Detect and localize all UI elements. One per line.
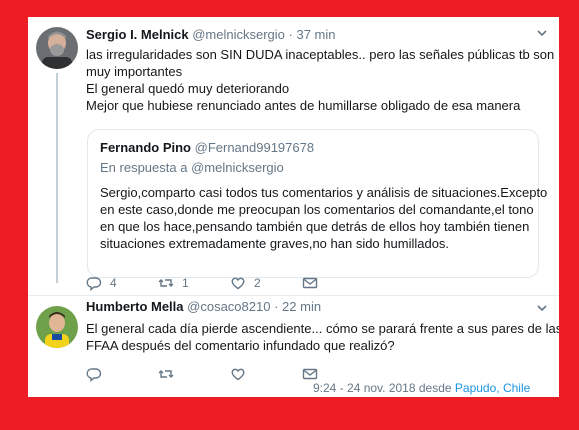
- reply-mention[interactable]: @melnicksergio: [191, 160, 284, 175]
- tweet-footer: 9:24 - 24 nov. 2018 desde Papudo, Chile: [313, 381, 530, 395]
- reply-button[interactable]: [86, 366, 158, 382]
- reply-icon: [86, 277, 102, 291]
- retweet-button[interactable]: [158, 366, 230, 382]
- quoted-tweet[interactable]: Fernando Pino @Fernand99197678 En respue…: [87, 129, 548, 278]
- chevron-down-icon[interactable]: [536, 27, 548, 42]
- tweet-melnick[interactable]: Sergio I. Melnick @melnicksergio · 37 mi…: [28, 17, 559, 307]
- direct-message-icon: [302, 277, 318, 289]
- reply-icon: [86, 368, 102, 382]
- reply-context: En respuesta a @melnicksergio: [100, 160, 284, 175]
- avatar-humberto-image: [36, 306, 78, 348]
- like-count: 2: [254, 276, 261, 290]
- tweet-text: El general cada día pierde ascendiente..…: [86, 320, 559, 354]
- footer-timestamp: 9:24 - 24 nov. 2018 desde: [313, 381, 452, 395]
- retweet-count: 1: [182, 276, 189, 290]
- avatar-sergio[interactable]: [36, 27, 78, 69]
- retweet-icon: [158, 279, 174, 287]
- footer-place-link[interactable]: Papudo, Chile: [455, 381, 530, 395]
- tweet-actions: [86, 366, 332, 382]
- quoted-tweet-header: Fernando Pino @Fernand99197678: [100, 140, 314, 155]
- tweet-actions: 4 1 2: [86, 275, 332, 291]
- chevron-down-icon[interactable]: [536, 302, 548, 317]
- handle[interactable]: @cosaco8210: [187, 299, 270, 314]
- display-name[interactable]: Sergio I. Melnick: [86, 27, 189, 42]
- tweet-text-line: El general quedó muy deteriorando: [86, 81, 290, 96]
- tweet-text-line: El general cada día pierde ascendiente..…: [86, 321, 559, 336]
- direct-message-icon: [302, 368, 318, 380]
- red-background-frame: Sergio I. Melnick @melnicksergio · 37 mi…: [0, 0, 579, 430]
- tweet-text-line: FFAA después del comentario infundado qu…: [86, 338, 395, 353]
- timeline-card: Sergio I. Melnick @melnicksergio · 37 mi…: [28, 17, 559, 397]
- tweet-text-line: las irregularidades son SIN DUDA inacept…: [86, 47, 555, 62]
- separator: ·: [288, 27, 293, 42]
- avatar-humberto[interactable]: [36, 306, 78, 348]
- retweet-icon: [158, 370, 174, 378]
- separator: ·: [274, 299, 279, 314]
- like-button[interactable]: [230, 366, 302, 382]
- thread-line: [56, 73, 58, 283]
- timestamp[interactable]: 37 min: [296, 27, 335, 42]
- tweet-header: Sergio I. Melnick @melnicksergio · 37 mi…: [86, 27, 336, 42]
- quoted-text-line: en este caso,donde me preocupan los come…: [100, 202, 534, 217]
- quoted-text-line: Sergio,comparto casi todos tus comentari…: [100, 185, 548, 200]
- display-name[interactable]: Humberto Mella: [86, 299, 184, 314]
- reply-count: 4: [110, 276, 117, 290]
- tweet-text-line: muy importantes: [86, 64, 183, 79]
- tweet-header: Humberto Mella @cosaco8210 · 22 min: [86, 299, 321, 314]
- quoted-handle[interactable]: @Fernand99197678: [195, 140, 314, 155]
- tweet-text: las irregularidades son SIN DUDA inacept…: [86, 46, 554, 114]
- reply-button[interactable]: 4: [86, 275, 158, 291]
- quoted-display-name[interactable]: Fernando Pino: [100, 140, 191, 155]
- tweet-text-line: Mejor que hubiese renunciado antes de hu…: [86, 98, 521, 113]
- quoted-text-line: situaciones extremadamente graves,no han…: [100, 236, 450, 251]
- quoted-tweet-text: Sergio,comparto casi todos tus comentari…: [100, 184, 548, 252]
- like-icon: [231, 277, 245, 290]
- reply-prefix: En respuesta a: [100, 160, 188, 175]
- avatar-sergio-image: [36, 27, 78, 69]
- like-icon: [231, 368, 245, 381]
- timestamp[interactable]: 22 min: [282, 299, 321, 314]
- handle[interactable]: @melnicksergio: [192, 27, 285, 42]
- quoted-text-line: en que los hace,pensando también que det…: [100, 219, 530, 234]
- direct-message-button[interactable]: [302, 366, 332, 382]
- retweet-button[interactable]: 1: [158, 275, 230, 291]
- like-button[interactable]: 2: [230, 275, 302, 291]
- direct-message-button[interactable]: [302, 275, 332, 291]
